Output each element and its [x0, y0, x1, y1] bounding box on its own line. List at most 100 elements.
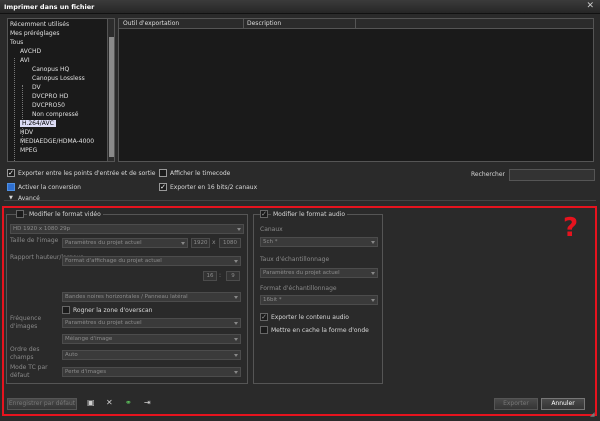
channels-value: 5ch *: [263, 239, 278, 245]
times-separator: x: [212, 239, 216, 246]
tree-item-all[interactable]: Tous: [10, 39, 23, 46]
ratio-width-input[interactable]: 16: [203, 271, 217, 281]
tree-item-h264[interactable]: H.264/AVC: [20, 120, 56, 127]
frame-rate-value: Paramètres du projet actuel: [65, 320, 142, 326]
tree-item-dvcpro50[interactable]: DVCPRO50: [32, 102, 65, 109]
column-exporter[interactable]: Outil d'exportation: [123, 20, 179, 27]
modify-audio-checkbox[interactable]: ✓: [260, 210, 268, 218]
frame-blend-select[interactable]: Mélange d'image: [62, 334, 241, 344]
crop-overscan-label: Rogner la zone d'overscan: [73, 307, 153, 314]
export-audio-content-label: Exporter le contenu audio: [271, 314, 349, 321]
field-order-select[interactable]: Auto: [62, 350, 241, 360]
channels-select[interactable]: 5ch *: [260, 237, 378, 247]
field-order-value: Auto: [65, 352, 78, 358]
cache-waveform-checkbox[interactable]: [260, 326, 268, 334]
sample-format-label: Format d'échantillonnage: [260, 285, 337, 292]
export-inout-label: Exporter entre les points d'entrée et de…: [18, 170, 156, 177]
dropdown-arrow-icon: [234, 338, 238, 341]
preset-tree[interactable]: Récemment utilisés Mes préréglages Tous …: [7, 18, 115, 162]
show-timecode-label: Afficher le timecode: [170, 170, 231, 177]
letterbox-value: Bandes noires horizontales / Panneau lat…: [65, 294, 188, 300]
exporter-table[interactable]: Outil d'exportation Description: [118, 18, 594, 162]
column-separator: [243, 19, 244, 29]
frame-rate-label: Fréquence d'images: [10, 315, 42, 330]
tree-scrollbar[interactable]: [107, 18, 115, 162]
dropdown-arrow-icon: [371, 299, 375, 302]
search-input[interactable]: [509, 169, 595, 181]
tree-guide-line: [22, 85, 23, 145]
export-inout-checkbox[interactable]: ✓: [7, 169, 15, 177]
export-16bit-checkbox[interactable]: ✓: [159, 183, 167, 191]
height-input[interactable]: 1080: [219, 238, 241, 248]
video-format-select[interactable]: HD 1920 x 1080 29p: [10, 224, 244, 234]
dropdown-arrow-icon: [234, 354, 238, 357]
table-header: Outil d'exportation Description: [119, 19, 593, 29]
tree-item-my-presets[interactable]: Mes préréglages: [10, 30, 60, 37]
tree-item-recent[interactable]: Récemment utilisés: [10, 21, 69, 28]
save-default-button[interactable]: Enregistrer par défaut: [7, 398, 77, 410]
image-size-label: Taille de l'image: [10, 237, 59, 244]
field-order-label: Ordre des champs: [10, 346, 40, 361]
search-label: Rechercher: [471, 171, 505, 178]
dropdown-arrow-icon: [237, 228, 241, 231]
sample-rate-select[interactable]: Paramètres du projet actuel: [260, 268, 378, 278]
tree-item-canopus-hq[interactable]: Canopus HQ: [32, 66, 69, 73]
tc-mode-label: Mode TC par défaut: [10, 364, 48, 379]
letterbox-select[interactable]: Bandes noires horizontales / Panneau lat…: [62, 292, 241, 302]
sample-format-select[interactable]: 16bit *: [260, 295, 378, 305]
sample-format-value: 16bit *: [263, 297, 282, 303]
dropdown-arrow-icon: [371, 272, 375, 275]
ratio-separator: :: [219, 272, 222, 279]
show-timecode-checkbox[interactable]: [159, 169, 167, 177]
modify-video-label: Modifier le format vidéo: [27, 211, 103, 218]
cancel-button[interactable]: Annuler: [541, 398, 585, 410]
tree-item-canopus-lossless[interactable]: Canopus Lossless: [32, 75, 85, 82]
width-input[interactable]: 1920: [191, 238, 210, 248]
dropdown-arrow-icon: [234, 322, 238, 325]
dropdown-arrow-icon: [234, 260, 238, 263]
tree-item-dvcpro-hd[interactable]: DVCPRO HD: [32, 93, 68, 100]
tree-item-uncompressed[interactable]: Non compressé: [32, 111, 78, 118]
frame-rate-select[interactable]: Paramètres du projet actuel: [62, 318, 241, 328]
scrollbar-thumb[interactable]: [109, 37, 114, 157]
dropdown-arrow-icon: [181, 242, 185, 245]
modify-audio-label: Modifier le format audio: [271, 211, 347, 218]
video-format-value: HD 1920 x 1080 29p: [13, 226, 71, 232]
resize-grip-icon[interactable]: ◢: [590, 411, 595, 418]
export-audio-content-checkbox[interactable]: ✓: [260, 313, 268, 321]
export-preset-icon[interactable]: ⇥: [144, 398, 151, 407]
export-button[interactable]: Exporter: [494, 398, 538, 410]
modify-video-checkbox[interactable]: [16, 210, 24, 218]
column-description[interactable]: Description: [247, 20, 281, 27]
enable-conversion-label: Activer la conversion: [18, 184, 81, 191]
dropdown-arrow-icon: [234, 371, 238, 374]
tc-mode-select[interactable]: Perte d'images: [62, 367, 241, 377]
import-icon[interactable]: ⚭: [125, 398, 132, 407]
dropdown-arrow-icon: [234, 296, 238, 299]
image-size-select[interactable]: Paramètres du projet actuel: [62, 238, 188, 248]
enable-conversion-checkbox[interactable]: [7, 183, 15, 191]
aspect-ratio-value: Format d'affichage du projet actuel: [65, 258, 162, 264]
tree-item-hdv[interactable]: HDV: [20, 129, 33, 136]
window-title: Imprimer dans un fichier: [4, 3, 95, 11]
save-icon[interactable]: ▣: [87, 398, 95, 407]
frame-blend-value: Mélange d'image: [65, 336, 113, 342]
tree-item-avi[interactable]: AVI: [20, 57, 30, 64]
close-icon[interactable]: ✕: [586, 1, 594, 11]
export-16bit-label: Exporter en 16 bits/2 canaux: [170, 184, 258, 191]
crop-overscan-checkbox[interactable]: [62, 306, 70, 314]
cache-waveform-label: Mettre en cache la forme d'onde: [271, 327, 369, 334]
tree-item-mpeg[interactable]: MPEG: [20, 147, 37, 154]
sample-rate-label: Taux d'échantillonnage: [260, 256, 330, 263]
question-mark-annotation: ?: [563, 213, 579, 243]
sample-rate-value: Paramètres du projet actuel: [263, 270, 340, 276]
delete-icon[interactable]: ✕: [106, 398, 113, 407]
dropdown-arrow-icon: [371, 241, 375, 244]
ratio-height-input[interactable]: 9: [226, 271, 240, 281]
tree-item-mediaedge[interactable]: MEDIAEDGE/HDMA-4000: [20, 138, 94, 145]
tree-item-dv[interactable]: DV: [32, 84, 41, 91]
tree-item-avchd[interactable]: AVCHD: [20, 48, 41, 55]
title-bar: Imprimer dans un fichier ✕: [0, 0, 600, 14]
aspect-ratio-select[interactable]: Format d'affichage du projet actuel: [62, 256, 241, 266]
tree-guide-line: [14, 58, 15, 161]
